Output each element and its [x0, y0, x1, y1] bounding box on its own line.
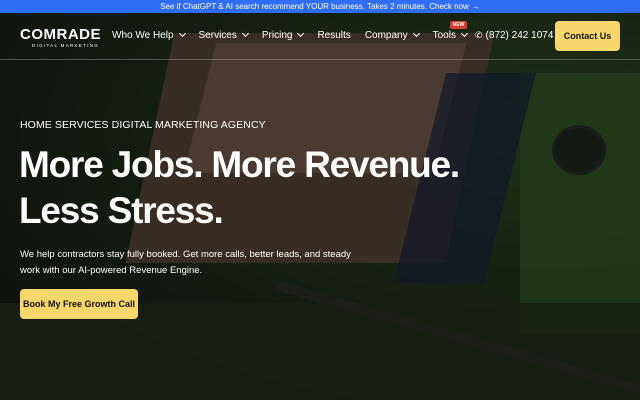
nav-menu: Who We Help Services Pricing Results Com…: [112, 21, 481, 41]
chevron-down-icon: [178, 29, 186, 38]
new-badge: NEW: [449, 21, 468, 29]
logo[interactable]: COMRADE DIGITAL MARKETING: [20, 27, 101, 48]
logo-tagline: DIGITAL MARKETING: [32, 43, 100, 48]
nav-item-label: Pricing: [261, 30, 293, 41]
phone-number: (872) 242 1074: [485, 30, 554, 41]
headline-line-2: Less Stress.: [19, 190, 224, 231]
book-growth-call-button[interactable]: Book My Free Growth Call: [20, 289, 138, 319]
nav-item-label: Results: [317, 30, 351, 41]
announcement-bar[interactable]: See if ChatGPT & AI search recommend YOU…: [0, 0, 640, 13]
phone-icon: ✆: [475, 30, 483, 40]
hero-eyebrow: HOME SERVICES DIGITAL MARKETING AGENCY: [20, 119, 266, 131]
nav-item-label: Tools: [432, 30, 456, 41]
phone-link[interactable]: ✆ (872) 242 1074: [475, 30, 553, 41]
nav-item-label: Who We Help: [112, 30, 174, 41]
logo-name: COMRADE: [20, 26, 101, 43]
nav-item-label: Company: [364, 30, 408, 41]
nav-item-label: Services: [198, 30, 237, 41]
chevron-down-icon: [460, 29, 469, 38]
nav-item-company[interactable]: Company: [364, 29, 420, 41]
nav-item-who-we-help[interactable]: Who We Help: [112, 29, 186, 41]
headline-line-1: More Jobs. More Revenue.: [19, 144, 460, 185]
nav-item-results[interactable]: Results: [317, 30, 350, 41]
hero-headline: More Jobs. More Revenue. Less Stress.: [19, 142, 460, 234]
hero-subtext: We help contractors stay fully booked. G…: [20, 249, 351, 276]
arrow-right-icon: →: [471, 2, 480, 11]
chevron-down-icon: [412, 29, 420, 38]
nav-item-tools[interactable]: NEW Tools: [432, 21, 469, 41]
nav-item-services[interactable]: Services: [198, 29, 249, 41]
nav-item-pricing[interactable]: Pricing: [261, 29, 305, 41]
main-navigation: COMRADE DIGITAL MARKETING Who We Help Se…: [0, 13, 640, 60]
announcement-text[interactable]: See if ChatGPT & AI search recommend YOU…: [160, 2, 469, 11]
contact-us-button[interactable]: Contact Us: [555, 21, 620, 51]
chevron-down-icon: [241, 29, 249, 38]
chevron-down-icon: [297, 29, 305, 38]
